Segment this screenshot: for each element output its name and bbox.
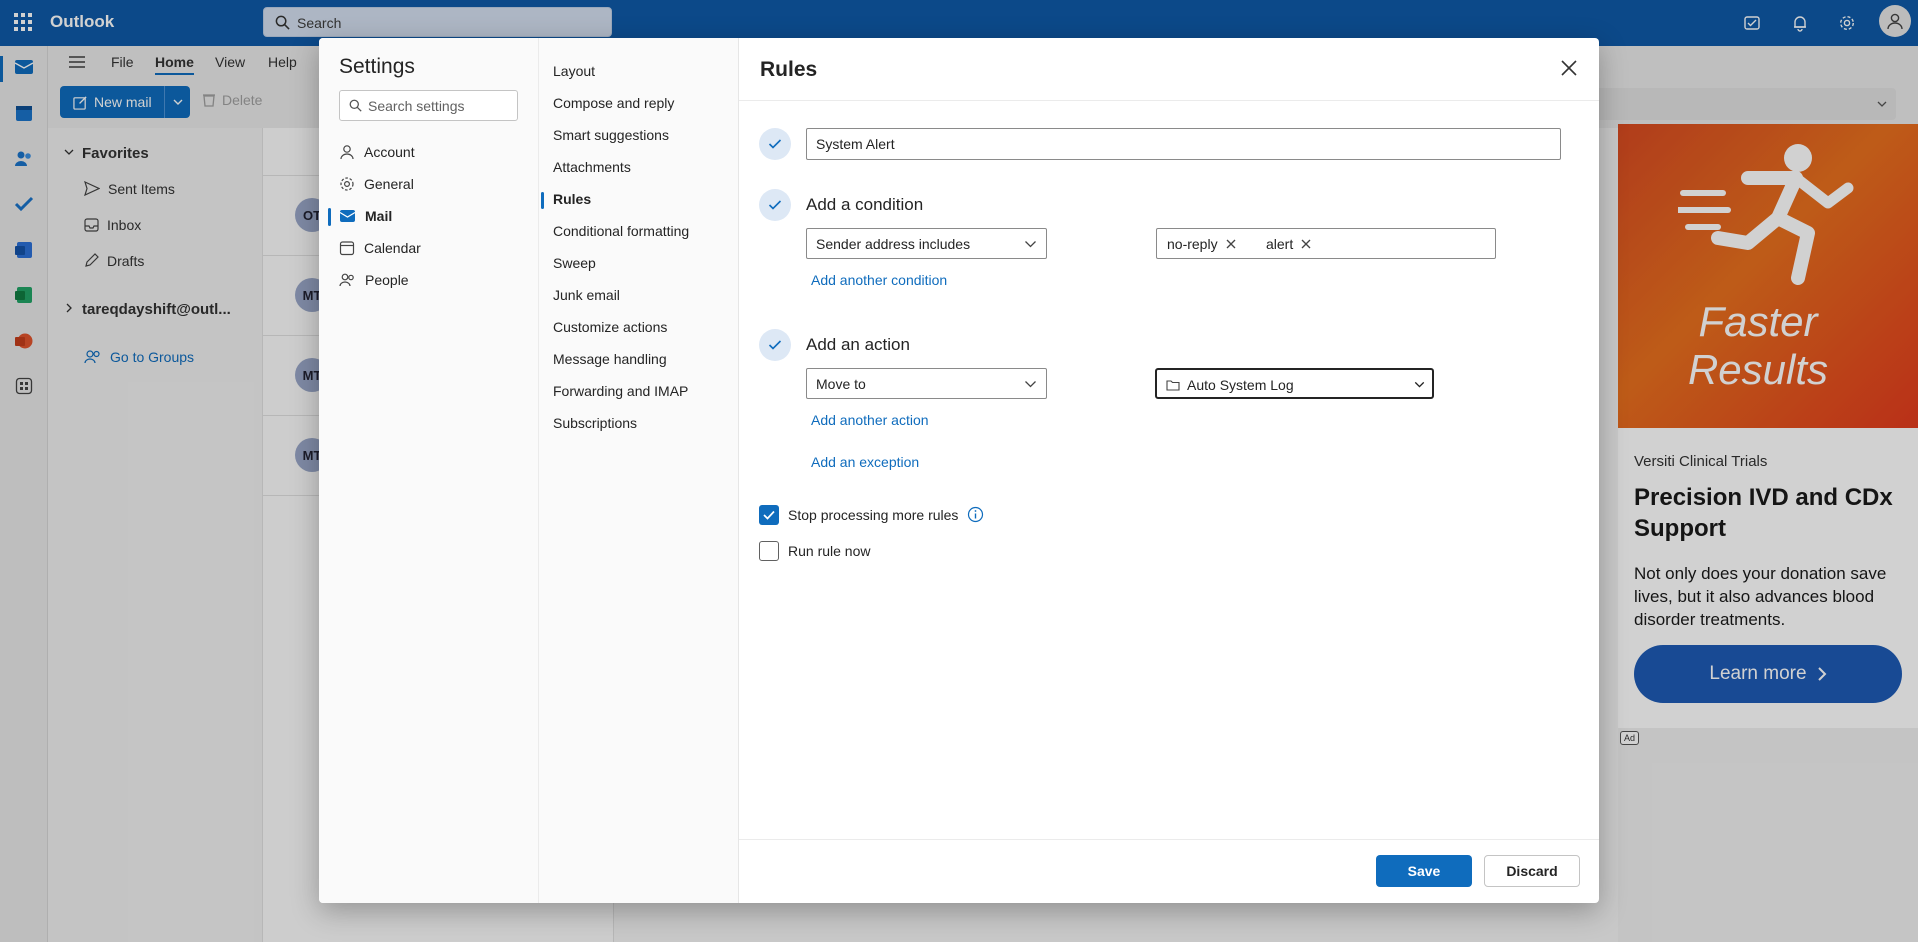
settings-category-mail[interactable]: Mail xyxy=(339,204,392,228)
footer-divider xyxy=(739,839,1599,840)
settings-category-people[interactable]: People xyxy=(339,268,409,292)
settings-category-calendar[interactable]: Calendar xyxy=(339,236,421,260)
rules-title: Rules xyxy=(760,58,818,81)
category-label: Mail xyxy=(365,208,393,224)
folder-icon xyxy=(1166,379,1180,391)
person-icon xyxy=(339,144,355,160)
settings-search-input[interactable]: Search settings xyxy=(339,90,518,121)
chevron-down-icon xyxy=(1024,379,1037,389)
condition-chip: no-reply xyxy=(1167,233,1236,255)
step-complete-icon xyxy=(759,128,791,160)
settings-category-general[interactable]: General xyxy=(339,172,414,196)
mail-subpage-nav: Layout Compose and reply Smart suggestio… xyxy=(539,38,739,903)
search-icon xyxy=(349,99,362,112)
subpage-smart-suggestions[interactable]: Smart suggestions xyxy=(553,127,669,143)
info-icon[interactable] xyxy=(967,506,984,523)
calendar-icon xyxy=(339,240,355,256)
remove-chip-icon[interactable] xyxy=(1301,239,1311,249)
subpage-rules[interactable]: Rules xyxy=(553,191,591,207)
stop-processing-checkbox[interactable] xyxy=(759,505,779,525)
chevron-down-icon xyxy=(1024,239,1037,249)
subpage-compose-and-reply[interactable]: Compose and reply xyxy=(553,95,674,111)
header-divider xyxy=(739,100,1599,101)
subpage-subscriptions[interactable]: Subscriptions xyxy=(553,415,637,431)
subpage-layout[interactable]: Layout xyxy=(553,63,595,79)
step-complete-icon xyxy=(759,189,791,221)
subpage-conditional-formatting[interactable]: Conditional formatting xyxy=(553,223,689,239)
mail-icon xyxy=(339,209,356,223)
subpage-forwarding-and-imap[interactable]: Forwarding and IMAP xyxy=(553,383,688,399)
subpage-message-handling[interactable]: Message handling xyxy=(553,351,667,367)
condition-type-value: Sender address includes xyxy=(816,236,971,252)
condition-values-input[interactable]: no-reply alert xyxy=(1156,228,1496,259)
move-to-folder-dropdown[interactable]: Auto System Log xyxy=(1155,368,1434,399)
save-button[interactable]: Save xyxy=(1376,855,1472,887)
settings-category-account[interactable]: Account xyxy=(339,140,415,164)
rules-content: Rules System Alert Add a condition Sende… xyxy=(739,38,1599,903)
condition-section-label: Add a condition xyxy=(806,195,924,214)
stop-processing-label: Stop processing more rules xyxy=(788,507,959,523)
discard-button[interactable]: Discard xyxy=(1484,855,1580,887)
condition-type-dropdown[interactable]: Sender address includes xyxy=(806,228,1047,259)
subpage-selection-indicator xyxy=(541,192,544,209)
subpage-junk-email[interactable]: Junk email xyxy=(553,287,620,303)
run-rule-now-checkbox[interactable] xyxy=(759,541,779,561)
settings-search-placeholder: Search settings xyxy=(368,98,465,114)
gear-icon xyxy=(339,176,355,192)
folder-value: Auto System Log xyxy=(1187,377,1294,393)
remove-chip-icon[interactable] xyxy=(1226,239,1236,249)
add-another-action-link[interactable]: Add another action xyxy=(811,412,929,428)
settings-category-nav: Settings Search settings Account General… xyxy=(319,38,539,903)
category-label: People xyxy=(365,272,409,288)
category-label: General xyxy=(364,176,414,192)
chip-label: no-reply xyxy=(1167,236,1218,252)
settings-title: Settings xyxy=(339,55,415,78)
condition-chip: alert xyxy=(1266,233,1311,255)
category-selection-indicator xyxy=(328,208,331,226)
subpage-customize-actions[interactable]: Customize actions xyxy=(553,319,667,335)
add-exception-link[interactable]: Add an exception xyxy=(811,454,919,470)
settings-dialog: Settings Search settings Account General… xyxy=(319,38,1599,903)
category-label: Calendar xyxy=(364,240,421,256)
chevron-down-icon xyxy=(1414,380,1425,389)
people-icon xyxy=(339,272,356,288)
step-complete-icon xyxy=(759,329,791,361)
action-section-label: Add an action xyxy=(806,335,910,354)
action-type-dropdown[interactable]: Move to xyxy=(806,368,1047,399)
action-type-value: Move to xyxy=(816,376,866,392)
category-label: Account xyxy=(364,144,415,160)
subpage-sweep[interactable]: Sweep xyxy=(553,255,596,271)
chip-label: alert xyxy=(1266,236,1294,252)
add-another-condition-link[interactable]: Add another condition xyxy=(811,272,947,288)
rule-name-input[interactable]: System Alert xyxy=(806,128,1561,160)
subpage-attachments[interactable]: Attachments xyxy=(553,159,631,175)
run-rule-now-label: Run rule now xyxy=(788,543,871,559)
close-icon[interactable] xyxy=(1555,54,1583,82)
